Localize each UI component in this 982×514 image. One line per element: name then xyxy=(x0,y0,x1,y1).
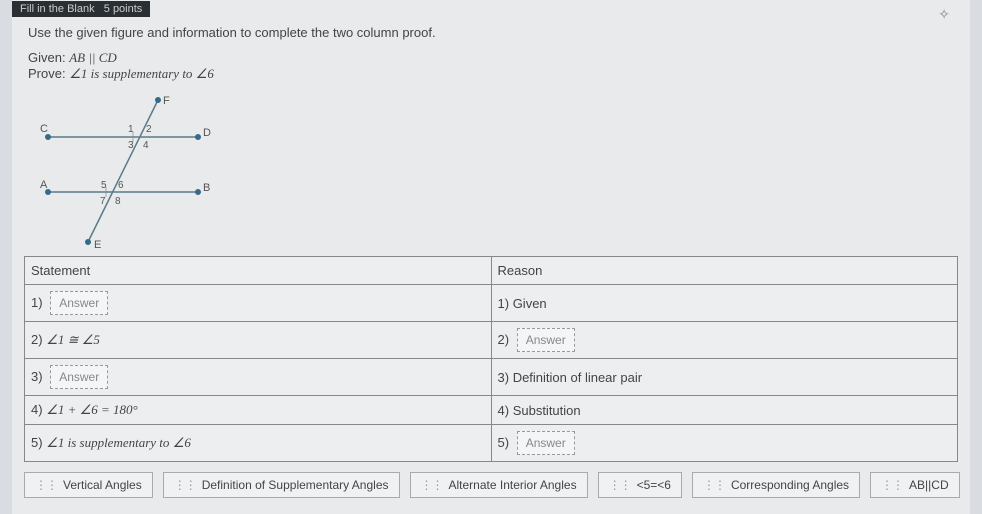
prove-label: Prove: xyxy=(28,66,66,81)
question-prompt: Use the given figure and information to … xyxy=(12,17,970,44)
bank-item-corresponding[interactable]: ⋮⋮ Corresponding Angles xyxy=(692,472,860,498)
step-number: 2) xyxy=(498,332,510,347)
point-f-label: F xyxy=(163,95,170,107)
reason-text: 3) Definition of linear pair xyxy=(498,370,643,385)
table-row: 3) Answer 3) Definition of linear pair xyxy=(25,359,958,396)
given-label: Given: xyxy=(28,50,66,65)
points-label: 5 points xyxy=(104,3,143,15)
bank-item-label: AB||CD xyxy=(909,478,949,492)
question-type-badge: Fill in the Blank 5 points xyxy=(12,1,150,17)
point-a-label: A xyxy=(40,179,48,191)
bank-item-label: Vertical Angles xyxy=(63,478,142,492)
point-c-label: C xyxy=(40,123,48,135)
bank-item-ab-cd[interactable]: ⋮⋮ AB||CD xyxy=(870,472,960,498)
step-number: 1) xyxy=(31,295,43,310)
answer-blank-stmt-3[interactable]: Answer xyxy=(50,365,108,389)
grip-icon: ⋮⋮ xyxy=(421,478,443,492)
bank-item-def-supplementary[interactable]: ⋮⋮ Definition of Supplementary Angles xyxy=(163,472,400,498)
grip-icon: ⋮⋮ xyxy=(881,478,903,492)
grip-icon: ⋮⋮ xyxy=(35,478,57,492)
reason-text: 4) Substitution xyxy=(498,403,581,418)
point-e-label: E xyxy=(94,239,101,251)
svg-text:4: 4 xyxy=(143,140,149,151)
grip-icon: ⋮⋮ xyxy=(609,478,631,492)
grip-icon: ⋮⋮ xyxy=(174,478,196,492)
given-prove-block: Given: AB || CD Prove: ∠1 is supplementa… xyxy=(12,44,970,88)
svg-text:8: 8 xyxy=(115,196,121,207)
question-type-label: Fill in the Blank xyxy=(20,3,95,15)
grip-icon: ⋮⋮ xyxy=(703,478,725,492)
bank-item-label: Corresponding Angles xyxy=(731,478,849,492)
point-b-label: B xyxy=(203,182,210,194)
answer-blank-reason-2[interactable]: Answer xyxy=(517,328,575,352)
bank-item-label: Alternate Interior Angles xyxy=(449,478,577,492)
bank-item-angle-5-6[interactable]: ⋮⋮ <5=<6 xyxy=(598,472,682,498)
bank-item-label: Definition of Supplementary Angles xyxy=(202,478,389,492)
bank-item-alt-interior[interactable]: ⋮⋮ Alternate Interior Angles xyxy=(410,472,588,498)
svg-text:6: 6 xyxy=(118,180,124,191)
pin-icon[interactable]: ✧ xyxy=(938,6,950,23)
reason-header: Reason xyxy=(491,257,958,285)
table-row: 5) ∠1 is supplementary to ∠6 5) Answer xyxy=(25,425,958,462)
table-row: 4) ∠1 + ∠6 = 180° 4) Substitution xyxy=(25,396,958,425)
step-number: 3) xyxy=(31,369,43,384)
answer-blank-reason-5[interactable]: Answer xyxy=(517,431,575,455)
svg-text:7: 7 xyxy=(100,196,106,207)
given-text: AB || CD xyxy=(69,50,117,65)
bank-item-vertical-angles[interactable]: ⋮⋮ Vertical Angles xyxy=(24,472,153,498)
table-row: 1) Answer 1) Given xyxy=(25,285,958,322)
statement-text: 4) ∠1 + ∠6 = 180° xyxy=(31,402,138,417)
bank-item-label: <5=<6 xyxy=(637,478,671,492)
statement-text: 5) ∠1 is supplementary to ∠6 xyxy=(31,435,191,450)
answer-bank: ⋮⋮ Vertical Angles ⋮⋮ Definition of Supp… xyxy=(24,472,958,498)
svg-text:2: 2 xyxy=(146,124,152,135)
table-row: 2) ∠1 ≅ ∠5 2) Answer xyxy=(25,322,958,359)
prove-text: ∠1 is supplementary to ∠6 xyxy=(69,66,214,81)
answer-blank-stmt-1[interactable]: Answer xyxy=(50,291,108,315)
point-d-label: D xyxy=(203,127,211,139)
statement-text: 2) ∠1 ≅ ∠5 xyxy=(31,332,100,347)
proof-table: Statement Reason 1) Answer 1) Given 2) ∠… xyxy=(24,256,958,462)
step-number: 5) xyxy=(498,435,510,450)
geometry-figure: F C D A B E 1 2 3 4 5 6 7 8 xyxy=(28,92,228,252)
statement-header: Statement xyxy=(25,257,492,285)
reason-text: 1) Given xyxy=(498,296,547,311)
